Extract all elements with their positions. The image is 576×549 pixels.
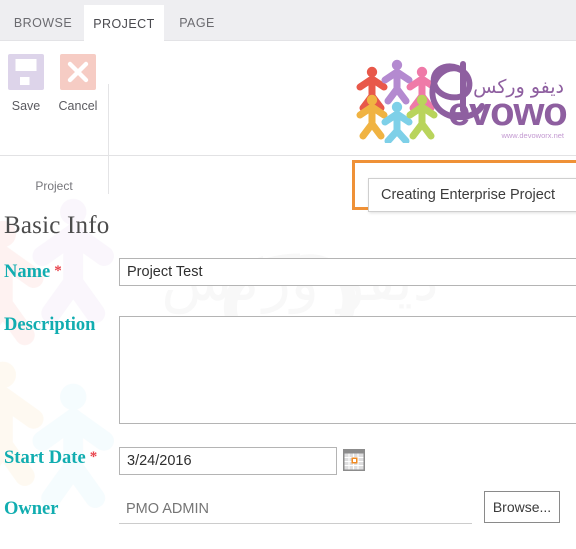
owner-label-text: Owner [4,499,59,519]
description-field-label: Description [4,315,95,336]
browse-button[interactable]: Browse... [484,491,560,523]
ribbon-group-label: Project [35,179,73,193]
devoworx-logo: evoworx ديفو وركس www.devoworx.net [350,48,576,145]
cancel-button-label: Cancel [58,99,98,113]
ribbon-tabstrip: BROWSE PROJECT PAGE [0,0,576,42]
person-icon-green [406,94,438,140]
person-icon-cyan [381,101,413,145]
owner-input[interactable] [119,494,472,524]
cancel-x-icon [60,54,96,90]
save-button-label: Save [11,99,41,113]
calendar-icon[interactable] [343,449,365,471]
name-label-text: Name [4,262,51,282]
description-textarea[interactable] [119,316,576,424]
owner-field-label: Owner [4,499,58,520]
save-button[interactable]: Save [0,53,52,113]
save-floppy-icon [8,54,44,90]
start-date-field-label: Start Date * [4,448,97,469]
tab-project[interactable]: PROJECT [84,5,164,42]
logo-graphic: evoworx ديفو وركس www.devoworx.net [356,59,576,145]
name-field-label: Name * [4,262,62,283]
description-label-text: Description [4,315,96,335]
ribbon-group-divider [108,84,109,194]
basic-info-form: Basic Info Name* Description Start Date*… [0,157,576,549]
tab-page-label: PAGE [179,16,215,30]
tab-browse[interactable]: BROWSE [5,5,81,41]
callout-text: Creating Enterprise Project [381,187,556,203]
tab-page[interactable]: PAGE [167,5,227,41]
logo-url: www.devoworx.net [500,131,564,140]
start-date-label-text: Start Date [4,448,86,468]
name-input[interactable] [119,258,576,286]
page-title: Basic Info [4,212,110,239]
person-icon-purple [381,59,413,105]
name-required-asterisk: * [54,263,62,279]
cancel-button[interactable]: Cancel [52,53,104,113]
callout-tooltip: Creating Enterprise Project [368,178,576,212]
ribbon-bottom-border [0,155,576,156]
start-date-input[interactable] [119,447,337,475]
start-date-required-asterisk: * [89,449,98,465]
person-icon-yellow [356,94,388,140]
tab-browse-label: BROWSE [13,16,73,30]
logo-arabic-text: ديفو وركس [473,76,564,98]
tab-project-label: PROJECT [93,16,155,31]
